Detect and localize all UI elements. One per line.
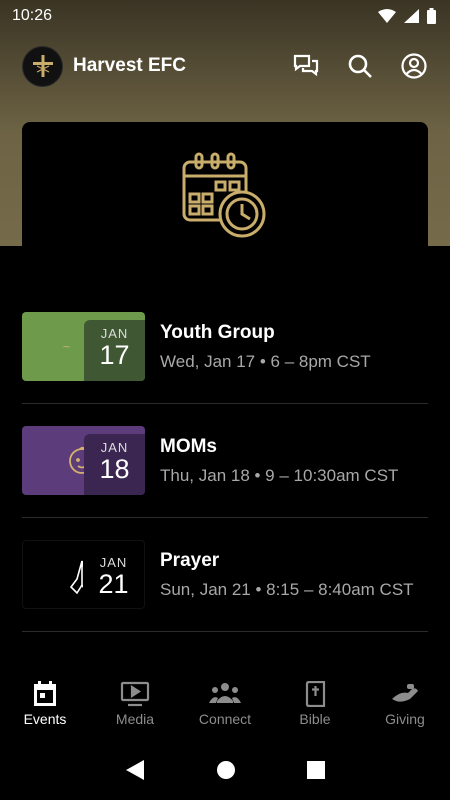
date-month: JAN — [100, 440, 129, 455]
recents-icon[interactable] — [306, 761, 325, 779]
nav-media[interactable]: Media — [90, 681, 180, 727]
event-item[interactable]: ~ JAN 17 Youth Group Wed, Jan 17 • 6 – 8… — [22, 290, 428, 404]
people-icon — [209, 683, 241, 703]
search-icon — [348, 54, 372, 78]
nav-label: Media — [115, 711, 155, 727]
event-thumbnail: ~ JAN 17 — [22, 312, 145, 381]
video-icon — [120, 681, 150, 707]
date-badge: JAN 18 — [84, 434, 145, 495]
nav-bible[interactable]: Bible — [270, 681, 360, 727]
account-icon — [401, 53, 427, 79]
nav-label: Events — [23, 711, 67, 727]
bottom-navigation: Events Media Connect Bible Giving — [0, 668, 450, 740]
event-title: Youth Group — [160, 321, 275, 343]
battery-icon — [427, 8, 436, 24]
calendar-clock-icon — [182, 152, 266, 238]
event-thumbnail: JAN 21 — [22, 540, 145, 609]
nav-connect[interactable]: Connect — [180, 681, 270, 727]
profile-button[interactable] — [396, 48, 432, 84]
status-icons — [378, 8, 436, 24]
nav-events[interactable]: Events — [0, 681, 90, 727]
date-month: JAN — [99, 555, 128, 570]
event-list: ~ JAN 17 Youth Group Wed, Jan 17 • 6 – 8… — [22, 290, 428, 668]
chat-icon — [293, 54, 319, 77]
nav-giving[interactable]: Giving — [360, 681, 450, 727]
signal-icon — [404, 9, 419, 23]
date-day: 21 — [98, 569, 129, 599]
status-bar: 10:26 — [0, 0, 450, 32]
wifi-icon — [378, 9, 396, 23]
date-badge: JAN 17 — [84, 320, 145, 381]
system-navigation-bar — [0, 740, 450, 800]
back-icon[interactable] — [125, 759, 145, 781]
event-item-partial[interactable] — [22, 632, 428, 668]
status-time: 10:26 — [12, 7, 53, 24]
church-logo[interactable] — [22, 45, 63, 87]
search-button[interactable] — [342, 48, 378, 84]
nav-label: Bible — [299, 711, 331, 727]
app-title: Harvest EFC — [73, 55, 186, 76]
date-day: 17 — [99, 340, 130, 370]
event-thumbnail: JAN 18 — [22, 426, 145, 495]
app-bar: Harvest EFC — [0, 44, 450, 88]
date-month: JAN — [100, 326, 129, 341]
home-icon[interactable] — [216, 760, 236, 780]
event-item[interactable]: JAN 18 MOMs Thu, Jan 18 • 9 – 10:30am CS… — [22, 404, 428, 518]
calendar-icon — [34, 681, 56, 706]
date-badge: JAN 21 — [83, 549, 144, 608]
giving-hand-icon — [392, 684, 418, 702]
messages-button[interactable] — [288, 48, 324, 84]
date-day: 18 — [99, 454, 130, 484]
nav-label: Giving — [385, 711, 425, 727]
event-time: Thu, Jan 18 • 9 – 10:30am CST — [160, 465, 399, 485]
event-item[interactable]: JAN 21 Prayer Sun, Jan 21 • 8:15 – 8:40a… — [22, 518, 428, 632]
nav-label: Connect — [198, 711, 252, 727]
event-title: MOMs — [160, 435, 217, 457]
cross-logo-icon — [32, 55, 53, 77]
event-time: Wed, Jan 17 • 6 – 8pm CST — [160, 351, 371, 371]
featured-events-card[interactable] — [22, 122, 428, 246]
bible-icon — [305, 681, 326, 707]
youth-script-logo: ~ — [62, 340, 72, 353]
event-title: Prayer — [160, 549, 220, 571]
event-time: Sun, Jan 21 • 8:15 – 8:40am CST — [160, 579, 414, 599]
